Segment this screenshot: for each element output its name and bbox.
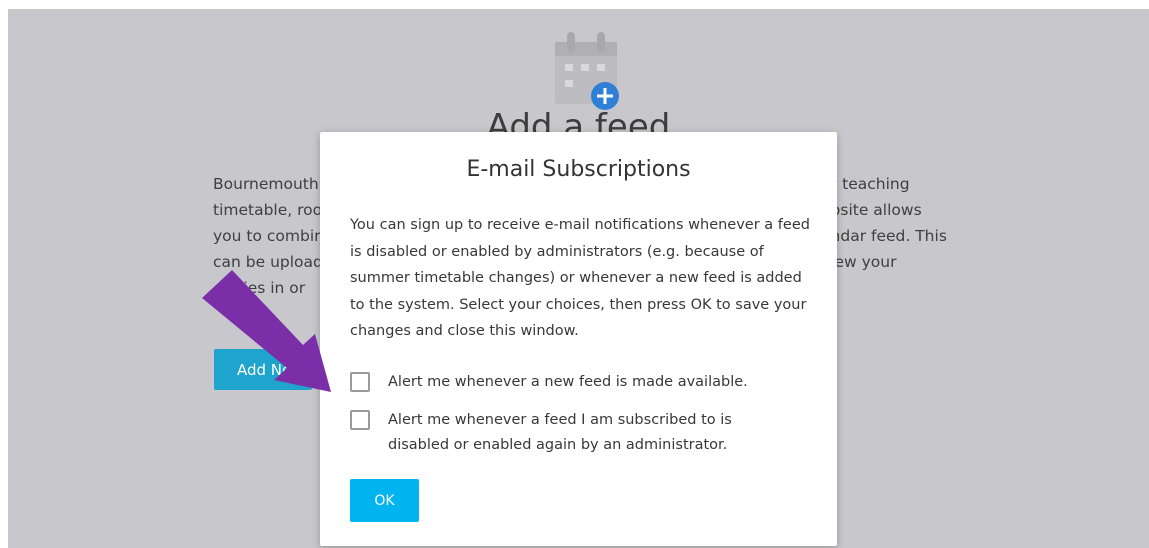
option-new-feed-alert[interactable]: Alert me whenever a new feed is made ava…: [350, 372, 748, 395]
intro-line: you to combir: [213, 227, 321, 245]
option-feed-status-alert[interactable]: Alert me whenever a feed I am subscribed…: [350, 410, 768, 458]
email-subscriptions-dialog: E-mail Subscriptions You can sign up to …: [320, 132, 837, 546]
intro-line: view your: [821, 253, 897, 271]
intro-line: ebsite allows: [821, 201, 922, 219]
new-feed-alert-label[interactable]: Alert me whenever a new feed is made ava…: [388, 370, 748, 395]
ok-button[interactable]: OK: [350, 479, 419, 522]
dialog-title: E-mail Subscriptions: [466, 157, 691, 182]
feed-status-alert-label[interactable]: Alert me whenever a feed I am subscribed…: [388, 408, 768, 458]
intro-line: Bournemouth: [213, 175, 319, 193]
intro-line: endar feed. This: [821, 227, 947, 245]
intro-line: ur teaching: [821, 175, 910, 193]
dialog-description: You can sign up to receive e-mail notifi…: [350, 217, 810, 339]
dimmed-background: Add a feed Bournemouth timetable, roo yo…: [8, 9, 1149, 548]
intro-line: can be upload: [213, 253, 323, 271]
intro-text-right: ur teaching ebsite allows endar feed. Th…: [821, 171, 947, 275]
intro-line: ities in or: [233, 279, 306, 297]
new-feed-alert-checkbox[interactable]: [350, 372, 370, 392]
feed-status-alert-checkbox[interactable]: [350, 410, 370, 430]
intro-line: timetable, roo: [213, 201, 323, 219]
add-feed-button[interactable]: Add Ne: [214, 349, 312, 390]
calendar-add-icon: [555, 32, 619, 110]
intro-text-left: Bournemouth timetable, roo you to combir…: [213, 171, 323, 301]
